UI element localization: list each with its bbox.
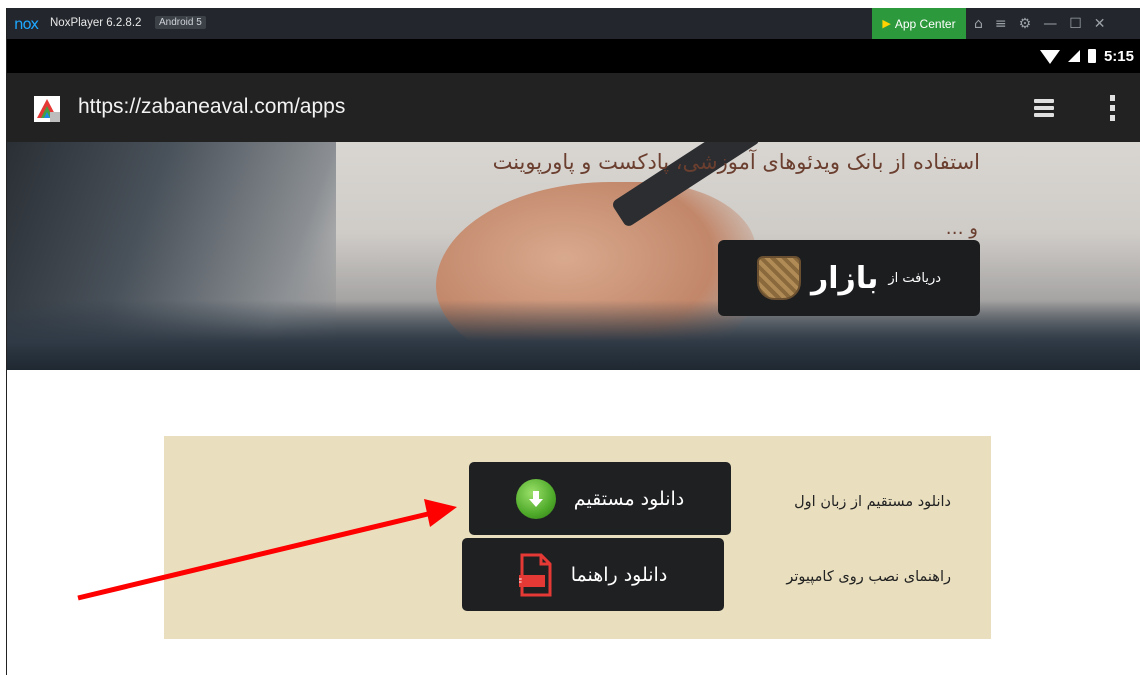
- emulator-window: nox NoxPlayer 6.2.8.2 Android 5 ▶ App Ce…: [0, 0, 1140, 675]
- annotation-arrow: [77, 499, 457, 601]
